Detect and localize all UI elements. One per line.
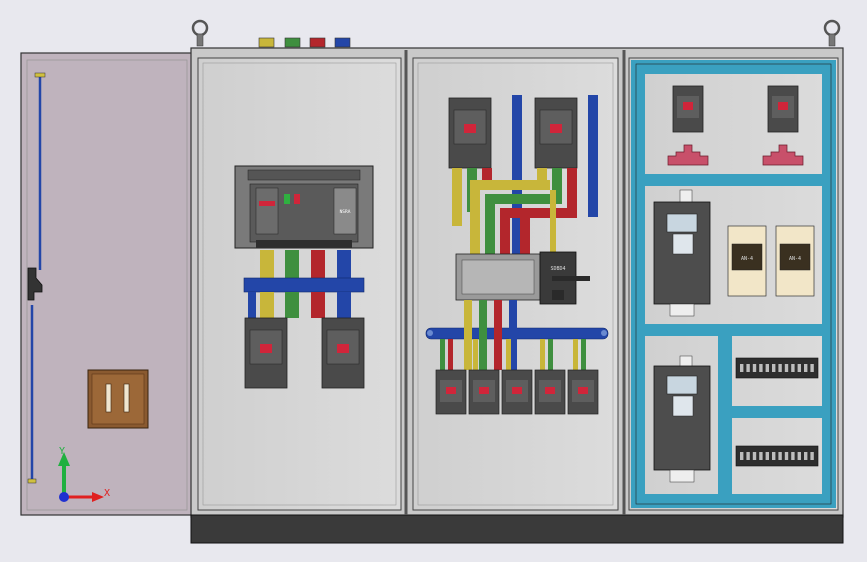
terminal bbox=[772, 452, 776, 460]
feeder-breaker bbox=[567, 369, 599, 415]
lifting-eye-left bbox=[191, 19, 209, 47]
open-door bbox=[20, 52, 194, 516]
terminal bbox=[784, 452, 789, 460]
main-breaker-right bbox=[534, 97, 578, 169]
terminal bbox=[746, 452, 750, 460]
starter-left-tag: AN-4 bbox=[741, 256, 753, 262]
main-breaker-left bbox=[448, 97, 492, 169]
outgoing-breaker-right bbox=[321, 317, 365, 389]
terminal bbox=[797, 452, 801, 460]
terminal bbox=[759, 452, 763, 460]
soft-starter-left: AN-4 bbox=[727, 225, 767, 297]
feeder-breaker bbox=[435, 369, 467, 415]
terminal bbox=[752, 364, 757, 372]
vfd-lower bbox=[653, 355, 711, 483]
terminal bbox=[804, 452, 808, 460]
feeder-breaker bbox=[468, 369, 500, 415]
terminal bbox=[772, 364, 776, 372]
terminal bbox=[791, 364, 795, 372]
terminal bbox=[746, 364, 750, 372]
terminal bbox=[778, 364, 782, 372]
panel-distribution: SDBD4 bbox=[412, 57, 619, 511]
axis-x-label: X bbox=[104, 488, 110, 499]
terminal bbox=[804, 364, 808, 372]
acb-tag: NSRA bbox=[340, 209, 351, 215]
feeder-breaker bbox=[501, 369, 533, 415]
control-breaker-left bbox=[672, 85, 704, 133]
feeder-breaker bbox=[534, 369, 566, 415]
terminal bbox=[740, 364, 744, 372]
terminal bbox=[791, 452, 795, 460]
panel-incoming: NSRA bbox=[197, 57, 402, 511]
panel-motor-control: AN-4 AN-4 bbox=[628, 57, 839, 511]
top-cable-entries bbox=[258, 37, 351, 48]
feeder-breakers bbox=[435, 369, 599, 415]
starter-right-tag: AN-4 bbox=[789, 256, 801, 262]
air-circuit-breaker: NSRA bbox=[234, 165, 374, 249]
soft-starter-right: AN-4 bbox=[775, 225, 815, 297]
terminal bbox=[778, 452, 782, 460]
terminal bbox=[752, 452, 757, 460]
terminal bbox=[810, 364, 814, 372]
outgoing-breaker-left bbox=[244, 317, 288, 389]
transfer-switch-tag: SDBD4 bbox=[550, 266, 565, 272]
control-breaker-right bbox=[767, 85, 799, 133]
vfd-upper bbox=[653, 189, 711, 317]
terminal bbox=[784, 364, 789, 372]
door-document-pocket bbox=[87, 369, 149, 429]
lifting-eye-right bbox=[823, 19, 841, 47]
terminal bbox=[765, 452, 769, 460]
switchgear-cabinet-diagram: NSRA SDBD4 AN-4 AN-4 Y X bbox=[20, 19, 844, 544]
terminal bbox=[759, 364, 763, 372]
terminal bbox=[740, 452, 744, 460]
terminal bbox=[797, 364, 801, 372]
terminal bbox=[810, 452, 814, 460]
automatic-transfer-switch: SDBD4 bbox=[455, 251, 590, 305]
terminal bbox=[765, 364, 769, 372]
axis-y-label: Y bbox=[59, 446, 65, 457]
